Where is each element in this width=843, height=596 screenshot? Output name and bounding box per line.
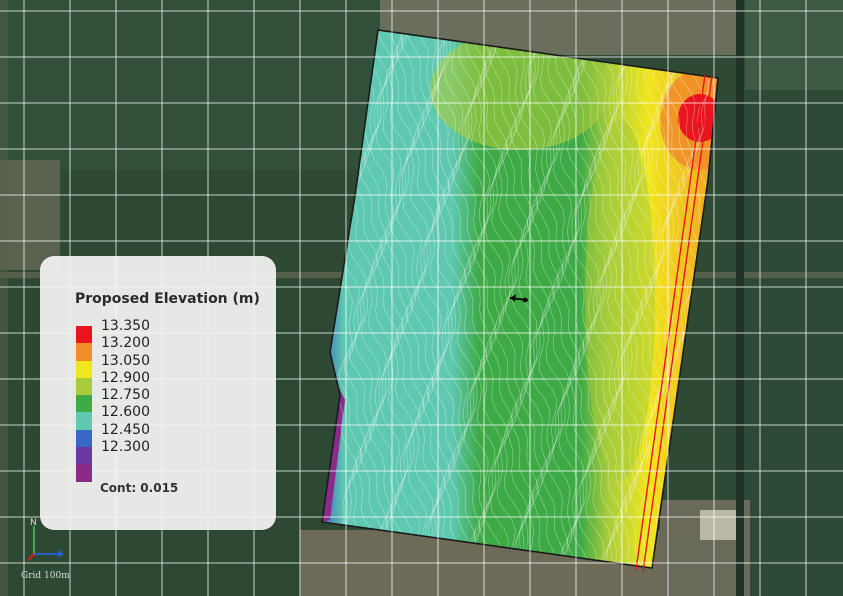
legend-swatch (76, 395, 92, 413)
legend-value-label: 12.750 (101, 387, 150, 404)
legend-value-label: 12.600 (101, 404, 150, 421)
legend-swatch (76, 326, 92, 344)
legend-swatch (76, 343, 92, 361)
legend-swatch (76, 447, 92, 465)
legend-swatch (76, 464, 92, 482)
legend-swatch (76, 429, 92, 448)
axis-north-label: N (30, 518, 37, 528)
legend-value-label: 12.900 (101, 369, 150, 386)
legend-swatch (76, 377, 92, 396)
legend-title: Proposed Elevation (m) (75, 291, 260, 307)
legend-value-label: 12.300 (101, 439, 150, 456)
contour-interval-label: Cont: 0.015 (100, 481, 179, 495)
legend-value-label: 13.050 (101, 352, 150, 369)
legend-value-label: 13.200 (101, 335, 150, 352)
axes-indicator-icon: N (27, 518, 64, 561)
legend-panel: Proposed Elevation (m) 13.350 13.200 13.05… (40, 256, 276, 530)
legend-swatch (76, 360, 92, 378)
legend-swatch (76, 412, 92, 430)
legend-value-label: 12.450 (101, 421, 150, 438)
legend-value-label: 13.350 (101, 318, 150, 334)
grid-scale-label: Grid 100m (21, 571, 70, 581)
